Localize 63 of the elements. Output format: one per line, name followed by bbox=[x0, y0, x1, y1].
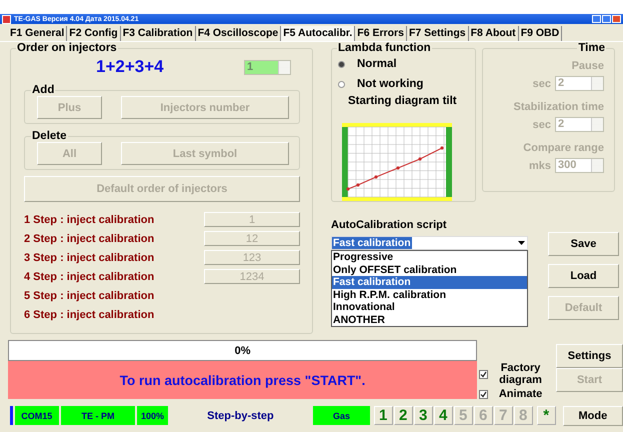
tab[interactable]: F7 Settings bbox=[406, 26, 469, 41]
script-dropdown[interactable]: Fast calibration bbox=[331, 236, 528, 250]
dropdown-option[interactable]: High R.P.M. calibration bbox=[332, 288, 527, 301]
status-cell: TE - PM bbox=[60, 406, 136, 425]
cylinder-button[interactable]: 2 bbox=[394, 406, 413, 425]
checkbox-option[interactable]: Factory diagram bbox=[479, 362, 549, 386]
tab[interactable]: F9 OBD bbox=[518, 26, 562, 41]
dropdown-option[interactable]: Only OFFSET calibration bbox=[332, 264, 527, 276]
panel-title: Order on injectors bbox=[16, 42, 118, 54]
step-label: 5 Step : inject calibration bbox=[24, 290, 154, 302]
step-label: 6 Step : inject calibration bbox=[24, 308, 154, 320]
field-label: Stabilization time bbox=[512, 101, 604, 115]
field-label: Compare range bbox=[522, 142, 604, 156]
minimize-button[interactable] bbox=[592, 15, 601, 23]
section-label: AutoCalibration script bbox=[331, 219, 448, 233]
tab[interactable]: F1 General bbox=[8, 26, 68, 41]
panel-title: Time bbox=[577, 42, 606, 54]
radio-option[interactable]: Not working bbox=[338, 74, 469, 94]
section-label: Starting diagram tilt bbox=[348, 95, 458, 107]
step-label: 3 Step : inject calibration bbox=[24, 252, 154, 264]
dropdown-option[interactable]: Fast calibration bbox=[332, 276, 527, 288]
side-button[interactable]: Save bbox=[548, 232, 619, 256]
dropdown-option[interactable]: Innovational bbox=[332, 301, 527, 314]
step-value: 12 bbox=[204, 231, 300, 246]
step-value: 123 bbox=[204, 250, 300, 265]
group-title: Add bbox=[31, 84, 56, 96]
unit-label: sec bbox=[532, 78, 551, 90]
dropdown-option[interactable]: ANOTHER bbox=[332, 314, 527, 326]
cylinder-button[interactable]: 4 bbox=[434, 406, 453, 425]
side-button[interactable]: Load bbox=[548, 264, 619, 288]
message-banner: To run autocalibration press "START". bbox=[8, 361, 478, 399]
close-button[interactable] bbox=[612, 15, 621, 23]
cylinder-button[interactable]: 3 bbox=[414, 406, 433, 425]
step-label: 1 Step : inject calibration bbox=[24, 214, 154, 226]
tab[interactable]: F8 About bbox=[468, 26, 519, 41]
dropdown-arrow-icon bbox=[518, 241, 525, 246]
mode-button[interactable]: Mode bbox=[562, 406, 623, 426]
status-cell: 100% bbox=[137, 406, 168, 425]
unit-label: sec bbox=[532, 118, 551, 130]
maximize-button[interactable] bbox=[602, 15, 611, 23]
tab[interactable]: F6 Errors bbox=[355, 26, 407, 41]
step-label: 2 Step : inject calibration bbox=[24, 232, 154, 244]
tab[interactable]: F4 Oscilloscope bbox=[196, 26, 282, 41]
radio-option[interactable]: Normal bbox=[338, 54, 469, 74]
progress-text: 0% bbox=[234, 344, 251, 356]
status-cell: COM15 bbox=[14, 406, 59, 425]
checkbox-option[interactable]: Animate bbox=[479, 388, 549, 400]
all-cylinders-button[interactable]: * bbox=[536, 406, 556, 425]
status-cell: Gas bbox=[313, 406, 370, 425]
action-button[interactable]: Settings bbox=[556, 344, 623, 368]
tab[interactable]: F3 Calibration bbox=[120, 26, 196, 41]
field-label: Pause bbox=[570, 60, 604, 74]
panel-title: Lambda function bbox=[337, 42, 432, 54]
cylinder-button[interactable]: 1 bbox=[374, 406, 393, 425]
step-label: 4 Step : inject calibration bbox=[24, 270, 154, 282]
unit-label: mks bbox=[528, 160, 551, 172]
injector-order: 1+2+3+4 bbox=[96, 57, 164, 77]
tab[interactable]: F2 Config bbox=[67, 26, 121, 41]
dropdown-option[interactable]: Progressive bbox=[332, 251, 527, 264]
step-value: 1 bbox=[204, 212, 300, 227]
group-title: Delete bbox=[31, 130, 68, 142]
step-value: 1234 bbox=[204, 269, 300, 284]
tab[interactable]: F5 Autocalibr. bbox=[281, 26, 356, 41]
